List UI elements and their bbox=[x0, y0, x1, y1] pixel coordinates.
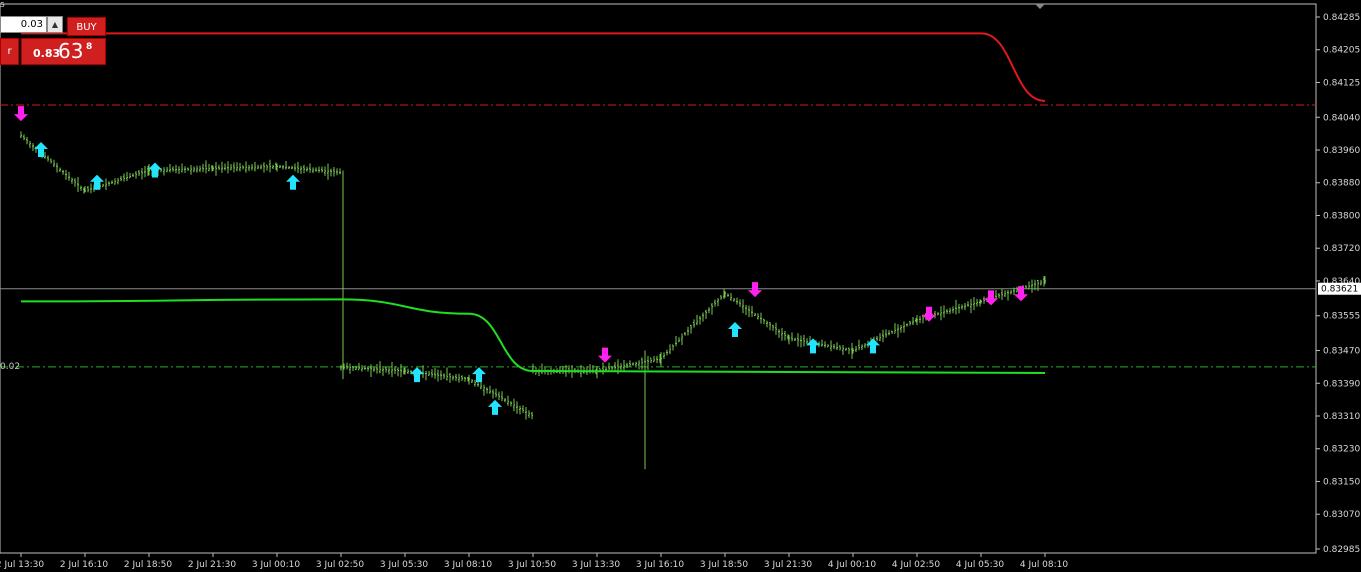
time-tick-label: 3 Jul 08:10 bbox=[444, 560, 493, 570]
buy-signal-arrow-icon bbox=[488, 399, 502, 415]
level-label: 0.02 bbox=[0, 362, 21, 372]
sell-signal-arrow-icon bbox=[922, 306, 936, 322]
buy-price-big: 63 bbox=[58, 39, 84, 63]
time-tick-label: 4 Jul 05:30 bbox=[956, 560, 1005, 570]
one-click-trading-panel: 0.03 ▲ BUY r 0.83 63 8 bbox=[0, 16, 107, 66]
price-tick-label: 0.83960 bbox=[1323, 146, 1360, 156]
time-tick-label: 3 Jul 16:10 bbox=[636, 560, 685, 570]
buy-price-small: 0.83 bbox=[33, 47, 61, 60]
time-tick-label: 2 Jul 13:30 bbox=[0, 560, 44, 570]
price-tick-label: 0.84285 bbox=[1323, 13, 1360, 23]
price-tick-label: 0.83555 bbox=[1323, 312, 1360, 322]
price-tick-label: 0.82985 bbox=[1323, 545, 1360, 555]
time-tick-label: 3 Jul 05:30 bbox=[380, 560, 429, 570]
buy-signal-arrow-icon bbox=[728, 322, 742, 338]
symbol-mark: s bbox=[0, 0, 5, 10]
sell-signal-arrow-icon bbox=[598, 347, 612, 363]
buy-label[interactable]: BUY bbox=[67, 17, 106, 36]
moving-average-red bbox=[20, 32, 1046, 102]
chart-window[interactable]: 0.84285 0.84205 0.84125 0.84040 0.83960 0.838… bbox=[0, 0, 1361, 572]
price-tick-label: 0.83230 bbox=[1323, 445, 1360, 455]
time-tick-label: 4 Jul 00:10 bbox=[828, 560, 877, 570]
buy-price-sup: 8 bbox=[86, 42, 93, 52]
current-price-label: 0.83621 bbox=[1321, 285, 1358, 295]
price-tick-label: 0.84125 bbox=[1323, 78, 1360, 88]
time-tick-label: 3 Jul 13:30 bbox=[572, 560, 621, 570]
price-tick-label: 0.83070 bbox=[1323, 510, 1360, 520]
time-tick-label: 3 Jul 00:10 bbox=[252, 560, 301, 570]
price-tick-label: 0.83800 bbox=[1323, 211, 1360, 221]
volume-input[interactable]: 0.03 bbox=[0, 16, 47, 33]
time-tick-label: 2 Jul 16:10 bbox=[60, 560, 109, 570]
price-chart[interactable]: 0.842850.842050.841250.840400.839600.838… bbox=[0, 0, 1361, 572]
volume-stepper-icon[interactable]: ▲ bbox=[47, 16, 63, 33]
moving-average-green bbox=[20, 298, 1046, 375]
buy-button[interactable]: 0.83 63 8 bbox=[21, 38, 106, 65]
time-tick-label: 3 Jul 21:30 bbox=[764, 560, 813, 570]
buy-signal-arrow-icon bbox=[410, 367, 424, 383]
time-tick-label: 3 Jul 02:50 bbox=[316, 560, 365, 570]
buy-signal-arrow-icon bbox=[90, 174, 104, 190]
time-tick-label: 2 Jul 21:30 bbox=[188, 560, 237, 570]
time-tick-label: 4 Jul 08:10 bbox=[1020, 560, 1069, 570]
price-tick-label: 0.84205 bbox=[1323, 46, 1360, 56]
time-tick-label: 3 Jul 18:50 bbox=[700, 560, 749, 570]
time-tick-label: 4 Jul 02:50 bbox=[892, 560, 941, 570]
buy-signal-arrow-icon bbox=[148, 162, 162, 178]
price-tick-label: 0.83880 bbox=[1323, 179, 1360, 189]
buy-signal-arrow-icon bbox=[806, 338, 820, 354]
sell-signal-arrow-icon bbox=[748, 282, 762, 298]
price-tick-label: 0.83310 bbox=[1323, 412, 1360, 422]
chart-frame bbox=[0, 3, 1317, 554]
sell-button[interactable]: r bbox=[0, 38, 19, 65]
price-tick-label: 0.83390 bbox=[1323, 379, 1360, 389]
price-tick-label: 0.83720 bbox=[1323, 244, 1360, 254]
time-tick-label: 2 Jul 18:50 bbox=[124, 560, 173, 570]
buy-signal-arrow-icon bbox=[286, 174, 300, 190]
price-tick-label: 0.83150 bbox=[1323, 477, 1360, 487]
price-tick-label: 0.83470 bbox=[1323, 347, 1360, 357]
price-tick-label: 0.84040 bbox=[1323, 113, 1360, 123]
buy-signal-arrow-icon bbox=[472, 367, 486, 383]
time-tick-label: 3 Jul 10:50 bbox=[508, 560, 557, 570]
sell-signal-arrow-icon bbox=[14, 106, 28, 122]
chart-shift-marker-icon[interactable] bbox=[1035, 4, 1045, 9]
